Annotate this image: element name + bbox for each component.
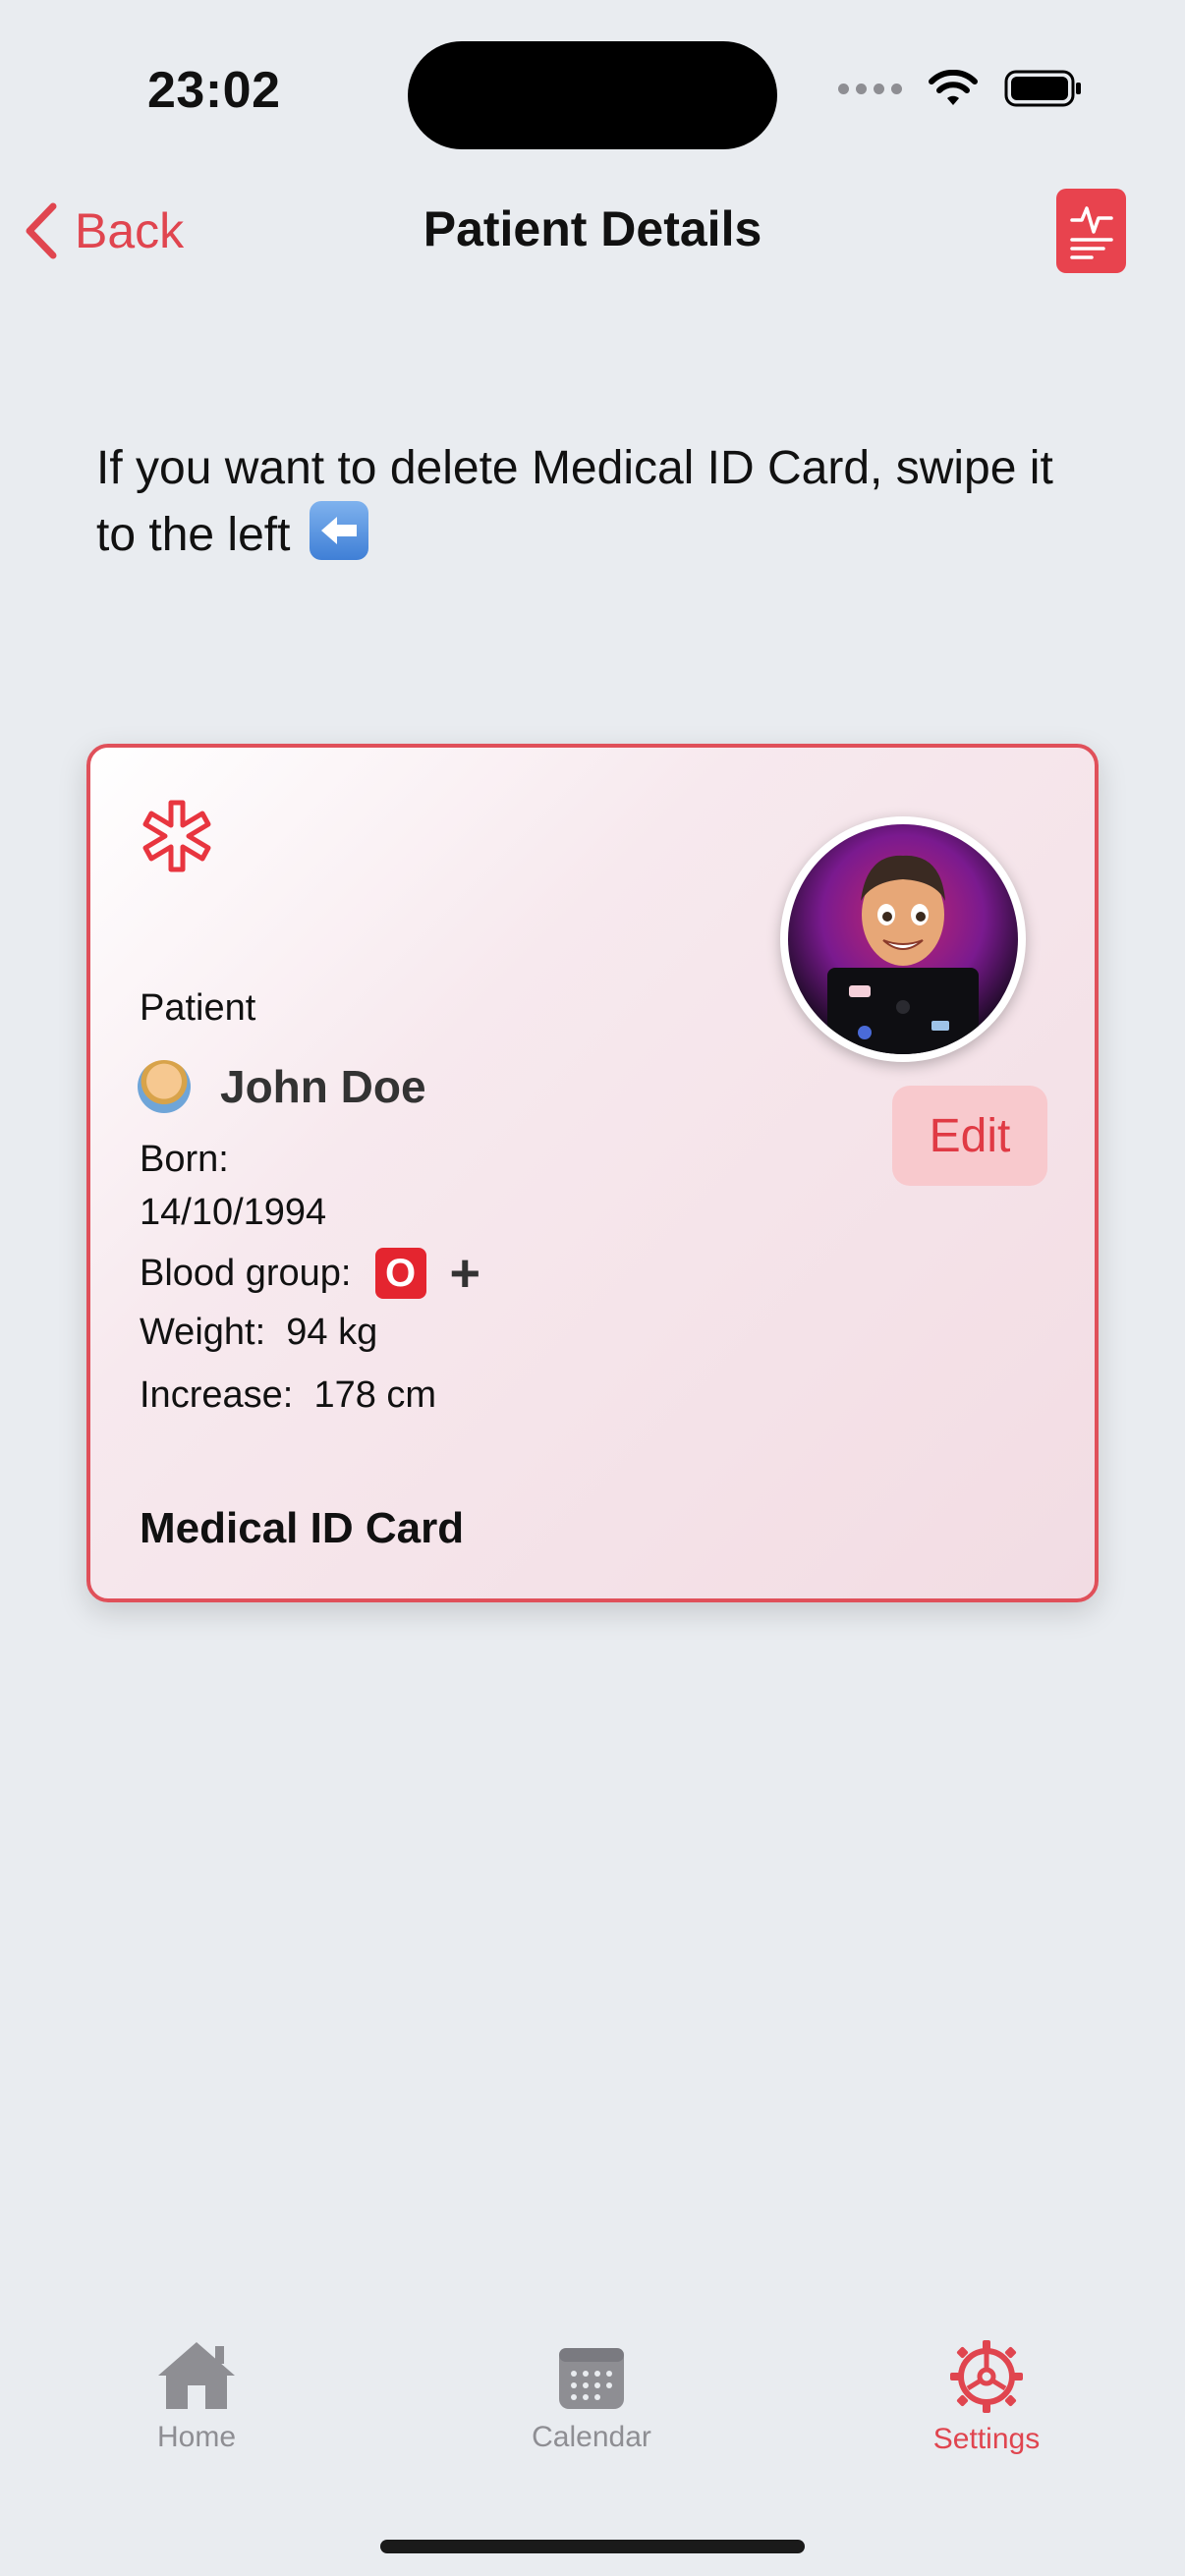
tab-calendar[interactable]: Calendar bbox=[474, 2338, 709, 2454]
tab-bar: Home Calendar Settings bbox=[0, 2338, 1185, 2495]
tab-settings-label: Settings bbox=[932, 2423, 1041, 2455]
page-title: Patient Details bbox=[423, 201, 762, 256]
born-value: 14/10/1994 bbox=[140, 1192, 327, 1233]
calendar-icon bbox=[559, 2348, 624, 2409]
gear-icon bbox=[950, 2340, 1023, 2413]
home-indicator[interactable] bbox=[380, 2540, 805, 2553]
dynamic-island bbox=[408, 41, 777, 149]
signal-icon bbox=[838, 83, 902, 94]
patient-name-row: John Doe bbox=[138, 1060, 426, 1113]
height-row: Increase: 178 cm bbox=[140, 1374, 436, 1417]
height-value: 178 cm bbox=[313, 1374, 437, 1416]
height-label: Increase: bbox=[140, 1374, 294, 1416]
weight-value: 94 kg bbox=[286, 1312, 378, 1353]
born-label: Born: bbox=[140, 1139, 229, 1180]
weight-row: Weight: 94 kg bbox=[140, 1312, 377, 1354]
patient-name: John Doe bbox=[220, 1061, 426, 1112]
house-icon bbox=[158, 2342, 235, 2409]
tab-home-label: Home bbox=[156, 2421, 237, 2453]
blood-group-row: Blood group: O + bbox=[140, 1247, 480, 1300]
left-arrow-emoji-icon bbox=[309, 501, 368, 560]
edit-button[interactable]: Edit bbox=[892, 1086, 1047, 1186]
card-title: Medical ID Card bbox=[140, 1504, 465, 1552]
status-icons bbox=[838, 69, 1083, 108]
tab-settings[interactable]: Settings bbox=[869, 2338, 1104, 2456]
swipe-hint-text: If you want to delete Medical ID Card, s… bbox=[96, 442, 1053, 561]
blood-group-label: Blood group: bbox=[140, 1252, 352, 1294]
person-emoji-icon bbox=[138, 1060, 191, 1113]
tab-home[interactable]: Home bbox=[79, 2338, 314, 2454]
patient-label: Patient bbox=[140, 987, 256, 1029]
blood-rh-factor: + bbox=[449, 1244, 481, 1303]
medical-id-card[interactable]: Patient John Doe Born: 14/10/1994 Blood … bbox=[86, 744, 1099, 1602]
screen: 23:02 Back Patient Details If you want t… bbox=[0, 0, 1185, 2576]
medical-report-button[interactable] bbox=[1056, 189, 1126, 273]
weight-label: Weight: bbox=[140, 1312, 266, 1353]
status-time: 23:02 bbox=[147, 62, 281, 119]
medical-report-icon bbox=[1069, 206, 1113, 259]
medical-asterisk-icon bbox=[142, 800, 211, 872]
battery-icon bbox=[1004, 70, 1081, 107]
avatar-memoji bbox=[788, 824, 1018, 1054]
wifi-icon bbox=[929, 70, 978, 105]
avatar bbox=[780, 816, 1026, 1062]
blood-type-badge: O bbox=[374, 1248, 426, 1299]
tab-calendar-label: Calendar bbox=[532, 2421, 651, 2453]
swipe-hint: If you want to delete Medical ID Card, s… bbox=[96, 436, 1099, 568]
